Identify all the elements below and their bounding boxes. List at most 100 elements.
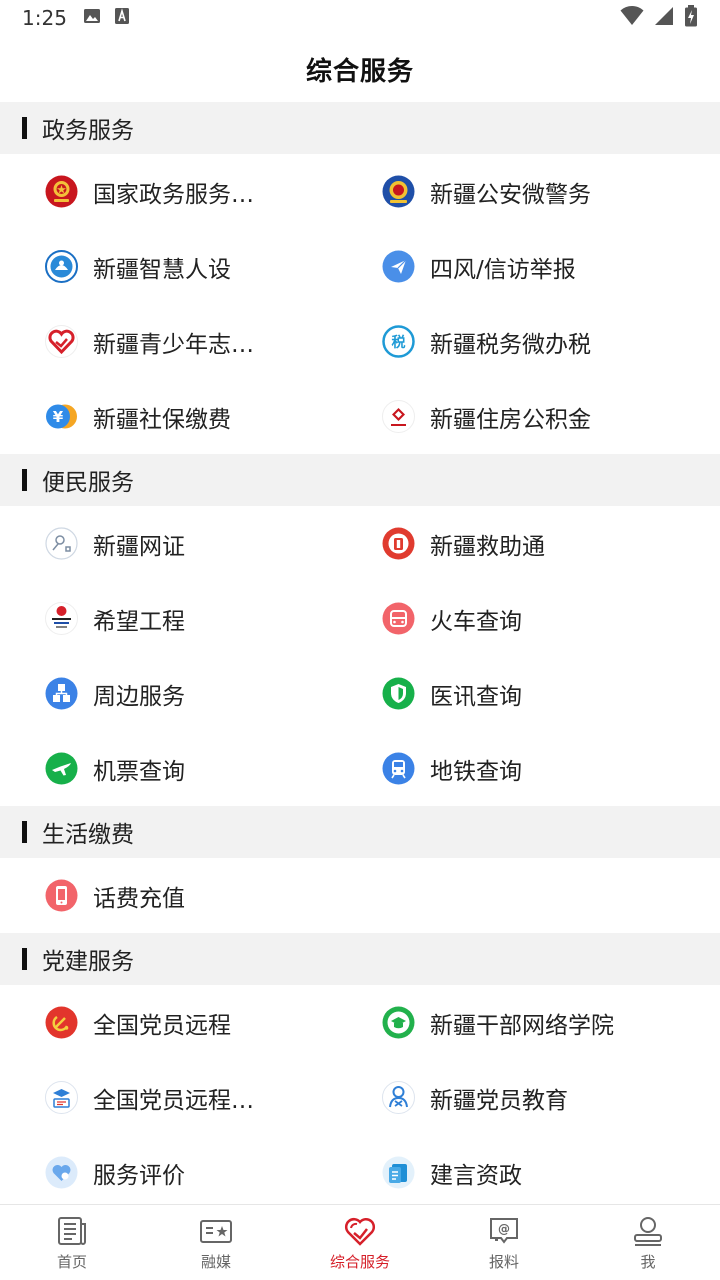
nearby-icon — [45, 677, 78, 710]
tab-label: 我 — [640, 1252, 656, 1271]
member-education-icon — [382, 1081, 415, 1114]
service-label: 国家政务服务平台 — [93, 181, 273, 208]
party-building-grid: 全国党员远程 新疆干部网络学院 全国党员远程教育 新疆党员教育 服务评价 建言资… — [0, 985, 720, 1210]
tab-services[interactable]: 综合服务 — [288, 1205, 432, 1280]
yuan-coin-icon: ¥ — [45, 400, 78, 433]
service-label: 新疆网证 — [93, 533, 185, 560]
service-item[interactable]: 全国党员远程 — [0, 985, 337, 1060]
tab-media[interactable]: 融媒 — [144, 1205, 288, 1280]
remote-education-icon — [45, 1081, 78, 1114]
service-item[interactable]: 机票查询 — [0, 731, 337, 806]
section-title: 政务服务 — [42, 118, 134, 144]
media-icon — [199, 1214, 233, 1248]
service-item[interactable]: 新疆网证 — [0, 506, 337, 581]
service-item[interactable]: 新疆党员教育 — [337, 1060, 720, 1135]
relief-icon — [382, 527, 415, 560]
news-icon — [55, 1214, 89, 1248]
section-accent-bar — [22, 821, 27, 843]
service-item[interactable]: 全国党员远程教育 — [0, 1060, 337, 1135]
title-bar: 综合服务 — [0, 36, 720, 102]
service-label: 地铁查询 — [430, 758, 522, 785]
heart-hand-icon — [45, 325, 78, 358]
service-item[interactable]: 新疆青少年志愿… — [0, 304, 337, 379]
service-item[interactable]: ¥ 新疆社保缴费 — [0, 379, 337, 454]
id-card-icon — [45, 527, 78, 560]
battery-charging-icon — [684, 5, 698, 31]
service-label: 建言资政 — [430, 1162, 522, 1189]
service-label: 全国党员远程教育 — [93, 1087, 273, 1114]
hope-project-icon — [45, 602, 78, 635]
tab-label: 融媒 — [200, 1252, 231, 1271]
status-time: 1:25 — [22, 6, 67, 30]
tab-label: 报料 — [488, 1252, 519, 1271]
service-item[interactable]: 新疆智慧人设 — [0, 229, 337, 304]
page-title: 综合服务 — [305, 56, 414, 87]
gov-services-grid: 国家政务服务平台 新疆公安微警务 新疆智慧人设 四风/信访举报 新疆青少年志愿…… — [0, 154, 720, 454]
service-item[interactable]: 新疆救助通 — [337, 506, 720, 581]
airplane-icon — [45, 752, 78, 785]
section-title: 党建服务 — [42, 949, 134, 975]
section-accent-bar — [22, 469, 27, 491]
service-item[interactable]: 话费充值 — [0, 858, 337, 933]
service-item[interactable]: 建言资政 — [337, 1135, 720, 1210]
service-label: 火车查询 — [430, 608, 522, 635]
tab-home[interactable]: 首页 — [0, 1205, 144, 1280]
service-item[interactable]: 希望工程 — [0, 581, 337, 656]
tab-me[interactable]: 我 — [576, 1205, 720, 1280]
national-emblem-icon — [45, 175, 78, 208]
svg-text:@: @ — [498, 1222, 510, 1236]
service-item[interactable]: 周边服务 — [0, 656, 337, 731]
service-label: 新疆党员教育 — [430, 1087, 568, 1114]
medical-shield-icon — [382, 677, 415, 710]
service-label: 新疆青少年志愿… — [93, 331, 273, 358]
service-label: 四风/信访举报 — [430, 256, 576, 283]
bottom-tab-bar: 首页 融媒 综合服务 @ 报料 我 — [0, 1204, 720, 1280]
section-title: 便民服务 — [42, 470, 134, 496]
services-heart-icon — [343, 1214, 377, 1248]
service-item[interactable]: 新疆干部网络学院 — [337, 985, 720, 1060]
a-notification-icon — [113, 7, 131, 29]
service-label: 新疆干部网络学院 — [430, 1012, 614, 1039]
svg-text:¥: ¥ — [53, 408, 64, 426]
service-item[interactable]: 火车查询 — [337, 581, 720, 656]
signal-icon — [654, 6, 674, 30]
service-item[interactable]: 税 新疆税务微办税 — [337, 304, 720, 379]
service-label: 新疆税务微办税 — [430, 331, 591, 358]
paper-plane-icon — [382, 250, 415, 283]
service-label: 新疆救助通 — [430, 533, 545, 560]
service-item[interactable]: 医讯查询 — [337, 656, 720, 731]
user-icon — [631, 1214, 665, 1248]
housing-fund-icon — [382, 400, 415, 433]
service-label: 新疆住房公积金 — [430, 406, 591, 433]
tab-label: 综合服务 — [329, 1252, 390, 1271]
police-badge-icon — [382, 175, 415, 208]
status-bar: 1:25 — [0, 0, 720, 36]
service-item[interactable]: 地铁查询 — [337, 731, 720, 806]
graduation-cap-icon — [382, 1006, 415, 1039]
section-accent-bar — [22, 948, 27, 970]
service-item[interactable]: 四风/信访举报 — [337, 229, 720, 304]
service-label: 新疆公安微警务 — [430, 181, 591, 208]
section-header-convenience: 便民服务 — [0, 454, 720, 506]
section-title: 生活缴费 — [42, 822, 134, 848]
bill-payment-grid: 话费充值 — [0, 858, 720, 933]
section-header-party-building: 党建服务 — [0, 933, 720, 985]
phone-icon — [45, 879, 78, 912]
service-label: 服务评价 — [93, 1162, 185, 1189]
hr-seal-icon — [45, 250, 78, 283]
section-accent-bar — [22, 117, 27, 139]
section-header-bill-payment: 生活缴费 — [0, 806, 720, 858]
service-item[interactable]: 国家政务服务平台 — [0, 154, 337, 229]
metro-icon — [382, 752, 415, 785]
tax-icon: 税 — [382, 325, 415, 358]
tab-report[interactable]: @ 报料 — [432, 1205, 576, 1280]
service-item[interactable]: 服务评价 — [0, 1135, 337, 1210]
image-notification-icon — [83, 7, 101, 29]
rating-heart-icon — [45, 1156, 78, 1189]
service-item[interactable]: 新疆公安微警务 — [337, 154, 720, 229]
service-item[interactable]: 新疆住房公积金 — [337, 379, 720, 454]
service-label: 周边服务 — [93, 683, 185, 710]
service-label: 话费充值 — [93, 885, 185, 912]
party-emblem-icon — [45, 1006, 78, 1039]
convenience-grid: 新疆网证 新疆救助通 希望工程 火车查询 周边服务 医讯查询 机票查询 地铁查询 — [0, 506, 720, 806]
